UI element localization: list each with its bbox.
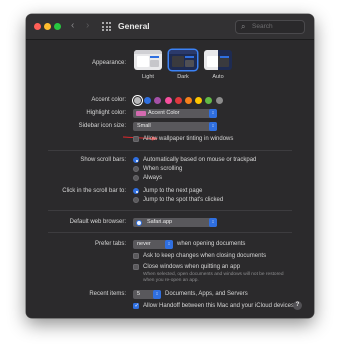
highlight-color-value: Accent Color [148,110,180,116]
prefer-tabs-popup[interactable]: never ↕ [133,240,173,249]
sidebar-icon-size-label: Sidebar icon size: [78,123,126,129]
ask-keep-changes-label: Ask to keep changes when closing documen… [143,253,267,259]
scroll-bars-when-scrolling-radio[interactable] [133,166,139,172]
accent-color-swatch[interactable] [174,97,182,104]
close-windows-note-line2: when you re-open an app. [143,278,199,283]
accent-color-swatch[interactable] [144,97,152,104]
accent-color-swatch[interactable] [205,97,213,104]
sidebar-icon-size-value: Small [137,123,151,129]
show-all-grid-icon[interactable] [102,22,111,31]
accent-color-swatch[interactable] [164,97,172,104]
accent-color-swatch[interactable] [185,97,192,104]
window-title: General [118,21,150,31]
appearance-auto-thumbnail[interactable] [204,50,232,70]
appearance-auto-caption: Auto [212,74,224,80]
jump-to-spot-label: Jump to the spot that's clicked [143,197,224,203]
help-question-icon: ? [295,302,300,308]
accent-color-swatch[interactable] [195,97,203,104]
highlight-color-swatch [136,111,146,116]
chevron-updown-icon: ↕ [165,240,173,249]
scroll-bars-auto-radio[interactable] [133,157,139,163]
search-field[interactable]: ⌕ Search [235,20,305,34]
chevron-updown-icon: ↕ [209,218,217,227]
show-scroll-bars-label: Show scroll bars: [80,157,126,163]
accent-color-swatch[interactable] [134,97,141,104]
jump-to-spot-radio[interactable] [133,197,139,203]
safari-compass-icon [136,219,142,226]
back-chevron-icon[interactable]: ‹ [71,20,74,31]
forward-chevron-icon[interactable]: › [86,20,89,31]
scroll-bars-always-radio[interactable] [133,175,139,181]
close-windows-checkbox[interactable] [133,264,139,270]
wallpaper-tinting-label: Allow wallpaper tinting in windows [143,136,234,142]
wallpaper-tinting-checkbox[interactable] [133,136,139,142]
chevron-updown-icon: ↕ [209,109,217,118]
help-button[interactable]: ? [293,301,302,310]
appearance-light-caption: Light [142,74,154,80]
handoff-checkbox[interactable] [133,303,139,309]
recent-items-value: 5 [137,291,141,297]
accent-color-swatch[interactable] [215,97,223,104]
handoff-label: Allow Handoff between this Mac and your … [143,303,294,309]
scroll-bars-auto-label: Automatically based on mouse or trackpad [143,157,257,163]
accent-color-swatch[interactable] [154,97,162,104]
highlight-color-popup[interactable]: Accent Color ↕ [133,109,217,118]
recent-items-popup[interactable]: 5 ↕ [133,290,161,299]
prefer-tabs-label: Prefer tabs: [94,241,126,247]
appearance-label: Appearance: [91,60,126,66]
scroll-bars-always-label: Always [143,175,163,181]
section-divider [48,150,292,151]
scroll-bars-when-scrolling-label: When scrolling [143,166,183,172]
minimize-window-button[interactable] [44,23,51,30]
appearance-light-thumbnail[interactable] [134,50,162,70]
prefer-tabs-value: never [137,241,151,247]
close-window-button[interactable] [34,23,41,30]
accent-color-label: Accent color: [91,97,126,103]
default-browser-value: Safari.app [147,219,173,225]
zoom-window-button[interactable] [54,23,61,30]
search-placeholder: Search [252,23,273,30]
close-windows-label: Close windows when quitting an app [143,264,241,270]
ask-keep-changes-checkbox[interactable] [133,253,139,259]
default-browser-popup[interactable]: Safari.app ↕ [133,218,217,227]
appearance-dark-thumbnail[interactable] [169,50,197,70]
recent-items-label: Recent items: [89,291,126,297]
preferences-window: ‹ › General ⌕ Search Appearance: Light D… [26,14,314,318]
chevron-updown-icon: ↕ [153,290,161,299]
recent-items-suffix: Documents, Apps, and Servers [165,291,248,297]
title-bar: ‹ › General ⌕ Search [26,14,314,40]
prefer-tabs-suffix: when opening documents [177,241,246,247]
appearance-dark-caption: Dark [177,74,189,80]
search-icon: ⌕ [241,22,246,31]
chevron-updown-icon: ↕ [209,122,217,131]
section-divider [48,232,292,233]
default-browser-label: Default web browser: [69,219,126,225]
jump-next-page-label: Jump to the next page [143,188,203,194]
sidebar-icon-size-popup[interactable]: Small ↕ [133,122,217,131]
highlight-color-label: Highlight color: [86,110,126,116]
click-scroll-bar-label: Click in the scroll bar to: [62,188,126,194]
section-divider [48,210,292,211]
jump-next-page-radio[interactable] [133,188,139,194]
